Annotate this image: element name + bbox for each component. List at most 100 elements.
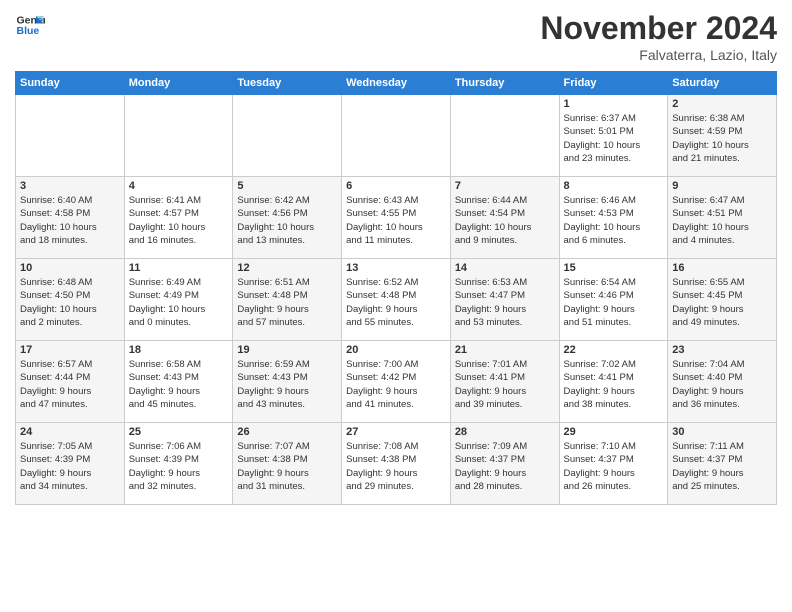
calendar-cell [342, 95, 451, 177]
calendar-cell: 11 Sunrise: 6:49 AM Sunset: 4:49 PM Dayli… [124, 259, 233, 341]
calendar-week-1: 1Sunrise: 6:37 AM Sunset: 5:01 PM Daylig… [16, 95, 777, 177]
calendar-week-4: 17 Sunrise: 6:57 AM Sunset: 4:44 PM Dayli… [16, 341, 777, 423]
calendar-table: SundayMondayTuesdayWednesdayThursdayFrid… [15, 71, 777, 505]
day-number: 17 [20, 344, 120, 356]
day-info: Sunrise: 6:48 AM Sunset: 4:50 PM Dayligh… [20, 276, 120, 329]
calendar-cell: 30 Sunrise: 7:11 AM Sunset: 4:37 PM Dayli… [668, 423, 777, 505]
day-number: 16 [672, 262, 772, 274]
day-info: Sunrise: 6:47 AM Sunset: 4:51 PM Dayligh… [672, 194, 772, 247]
weekday-header-sunday: Sunday [16, 72, 125, 95]
day-number: 28 [455, 426, 555, 438]
calendar-cell: 20Sunrise: 7:00 AM Sunset: 4:42 PM Dayli… [342, 341, 451, 423]
calendar-cell [16, 95, 125, 177]
day-number: 30 [672, 426, 772, 438]
weekday-header-monday: Monday [124, 72, 233, 95]
calendar-cell: 6 Sunrise: 6:43 AM Sunset: 4:55 PM Daylig… [342, 177, 451, 259]
day-number: 7 [455, 180, 555, 192]
weekday-header-thursday: Thursday [450, 72, 559, 95]
day-number: 24 [20, 426, 120, 438]
day-info: Sunrise: 7:02 AM Sunset: 4:41 PM Dayligh… [564, 358, 664, 411]
calendar-cell: 23Sunrise: 7:04 AM Sunset: 4:40 PM Dayli… [668, 341, 777, 423]
weekday-header-row: SundayMondayTuesdayWednesdayThursdayFrid… [16, 72, 777, 95]
calendar-cell: 8 Sunrise: 6:46 AM Sunset: 4:53 PM Daylig… [559, 177, 668, 259]
day-info: Sunrise: 6:57 AM Sunset: 4:44 PM Dayligh… [20, 358, 120, 411]
calendar-cell: 12 Sunrise: 6:51 AM Sunset: 4:48 PM Dayli… [233, 259, 342, 341]
day-info: Sunrise: 6:53 AM Sunset: 4:47 PM Dayligh… [455, 276, 555, 329]
day-number: 8 [564, 180, 664, 192]
day-number: 4 [129, 180, 229, 192]
calendar-cell [450, 95, 559, 177]
day-info: Sunrise: 7:00 AM Sunset: 4:42 PM Dayligh… [346, 358, 446, 411]
day-info: Sunrise: 6:41 AM Sunset: 4:57 PM Dayligh… [129, 194, 229, 247]
day-info: Sunrise: 7:06 AM Sunset: 4:39 PM Dayligh… [129, 440, 229, 493]
calendar-week-3: 10 Sunrise: 6:48 AM Sunset: 4:50 PM Dayli… [16, 259, 777, 341]
day-info: Sunrise: 7:01 AM Sunset: 4:41 PM Dayligh… [455, 358, 555, 411]
calendar-cell: 14 Sunrise: 6:53 AM Sunset: 4:47 PM Dayli… [450, 259, 559, 341]
day-info: Sunrise: 6:42 AM Sunset: 4:56 PM Dayligh… [237, 194, 337, 247]
day-info: Sunrise: 7:08 AM Sunset: 4:38 PM Dayligh… [346, 440, 446, 493]
day-info: Sunrise: 6:38 AM Sunset: 4:59 PM Dayligh… [672, 112, 772, 165]
day-info: Sunrise: 6:49 AM Sunset: 4:49 PM Dayligh… [129, 276, 229, 329]
calendar-cell: 16 Sunrise: 6:55 AM Sunset: 4:45 PM Dayli… [668, 259, 777, 341]
calendar-cell: 27 Sunrise: 7:08 AM Sunset: 4:38 PM Dayli… [342, 423, 451, 505]
calendar-cell: 26 Sunrise: 7:07 AM Sunset: 4:38 PM Dayli… [233, 423, 342, 505]
day-number: 1 [564, 98, 664, 110]
day-number: 10 [20, 262, 120, 274]
weekday-header-wednesday: Wednesday [342, 72, 451, 95]
day-number: 11 [129, 262, 229, 274]
calendar-cell: 17 Sunrise: 6:57 AM Sunset: 4:44 PM Dayli… [16, 341, 125, 423]
calendar-cell: 15Sunrise: 6:54 AM Sunset: 4:46 PM Dayli… [559, 259, 668, 341]
day-number: 23 [672, 344, 772, 356]
day-info: Sunrise: 7:11 AM Sunset: 4:37 PM Dayligh… [672, 440, 772, 493]
day-info: Sunrise: 6:44 AM Sunset: 4:54 PM Dayligh… [455, 194, 555, 247]
page-header: General Blue November 2024 Falvaterra, L… [15, 10, 777, 63]
calendar-cell: 2Sunrise: 6:38 AM Sunset: 4:59 PM Daylig… [668, 95, 777, 177]
day-info: Sunrise: 6:43 AM Sunset: 4:55 PM Dayligh… [346, 194, 446, 247]
day-info: Sunrise: 6:52 AM Sunset: 4:48 PM Dayligh… [346, 276, 446, 329]
day-number: 26 [237, 426, 337, 438]
day-info: Sunrise: 7:05 AM Sunset: 4:39 PM Dayligh… [20, 440, 120, 493]
calendar-cell: 7 Sunrise: 6:44 AM Sunset: 4:54 PM Daylig… [450, 177, 559, 259]
day-info: Sunrise: 6:51 AM Sunset: 4:48 PM Dayligh… [237, 276, 337, 329]
day-number: 25 [129, 426, 229, 438]
day-number: 27 [346, 426, 446, 438]
day-info: Sunrise: 6:40 AM Sunset: 4:58 PM Dayligh… [20, 194, 120, 247]
calendar-cell: 24 Sunrise: 7:05 AM Sunset: 4:39 PM Dayli… [16, 423, 125, 505]
day-number: 14 [455, 262, 555, 274]
day-info: Sunrise: 7:09 AM Sunset: 4:37 PM Dayligh… [455, 440, 555, 493]
calendar-cell: 21Sunrise: 7:01 AM Sunset: 4:41 PM Dayli… [450, 341, 559, 423]
day-number: 5 [237, 180, 337, 192]
calendar-cell: 18Sunrise: 6:58 AM Sunset: 4:43 PM Dayli… [124, 341, 233, 423]
calendar-cell [233, 95, 342, 177]
day-number: 12 [237, 262, 337, 274]
day-number: 22 [564, 344, 664, 356]
day-info: Sunrise: 7:07 AM Sunset: 4:38 PM Dayligh… [237, 440, 337, 493]
day-number: 9 [672, 180, 772, 192]
calendar-cell: 10 Sunrise: 6:48 AM Sunset: 4:50 PM Dayli… [16, 259, 125, 341]
day-info: Sunrise: 6:46 AM Sunset: 4:53 PM Dayligh… [564, 194, 664, 247]
day-info: Sunrise: 6:59 AM Sunset: 4:43 PM Dayligh… [237, 358, 337, 411]
calendar-cell: 4 Sunrise: 6:41 AM Sunset: 4:57 PM Daylig… [124, 177, 233, 259]
day-number: 15 [564, 262, 664, 274]
subtitle: Falvaterra, Lazio, Italy [540, 47, 777, 63]
calendar-cell: 3 Sunrise: 6:40 AM Sunset: 4:58 PM Daylig… [16, 177, 125, 259]
logo-icon: General Blue [15, 10, 45, 40]
calendar-cell: 29Sunrise: 7:10 AM Sunset: 4:37 PM Dayli… [559, 423, 668, 505]
calendar-cell: 25 Sunrise: 7:06 AM Sunset: 4:39 PM Dayli… [124, 423, 233, 505]
calendar-cell: 13Sunrise: 6:52 AM Sunset: 4:48 PM Dayli… [342, 259, 451, 341]
day-number: 6 [346, 180, 446, 192]
day-info: Sunrise: 6:55 AM Sunset: 4:45 PM Dayligh… [672, 276, 772, 329]
day-number: 29 [564, 426, 664, 438]
weekday-header-friday: Friday [559, 72, 668, 95]
day-info: Sunrise: 6:58 AM Sunset: 4:43 PM Dayligh… [129, 358, 229, 411]
svg-text:Blue: Blue [17, 25, 40, 37]
page-container: General Blue November 2024 Falvaterra, L… [0, 0, 792, 515]
calendar-cell: 28 Sunrise: 7:09 AM Sunset: 4:37 PM Dayli… [450, 423, 559, 505]
day-number: 3 [20, 180, 120, 192]
calendar-week-5: 24 Sunrise: 7:05 AM Sunset: 4:39 PM Dayli… [16, 423, 777, 505]
day-number: 19 [237, 344, 337, 356]
calendar-cell: 5 Sunrise: 6:42 AM Sunset: 4:56 PM Daylig… [233, 177, 342, 259]
calendar-week-2: 3 Sunrise: 6:40 AM Sunset: 4:58 PM Daylig… [16, 177, 777, 259]
logo: General Blue [15, 10, 45, 40]
weekday-header-saturday: Saturday [668, 72, 777, 95]
